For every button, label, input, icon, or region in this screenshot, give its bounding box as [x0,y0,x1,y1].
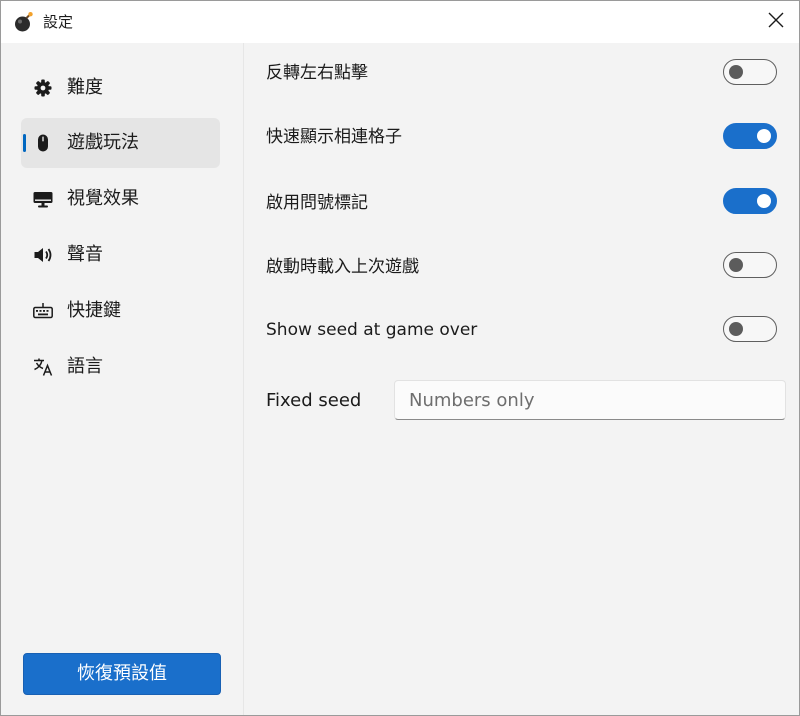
title-bar: 設定 [1,1,799,43]
sidebar-item-difficulty[interactable]: 難度 [21,63,220,113]
show-seed-toggle[interactable] [723,316,777,342]
setting-label-show-seed: Show seed at game over [266,320,478,340]
settings-content: 反轉左右點擊 快速顯示相連格子 啟用問號標記 啟動時載入上次遊戲 Show se… [244,43,799,715]
mouse-icon [33,133,53,153]
fixed-seed-label: Fixed seed [266,390,362,411]
settings-sidebar: 難度 遊戲玩法 視覺效果 聲音 快捷鍵 語言 恢復預設值 [1,43,244,715]
quick-reveal-toggle[interactable] [723,123,777,149]
toggle-knob [757,128,771,143]
swap-click-toggle[interactable] [723,59,777,85]
fixed-seed-input[interactable] [394,380,786,420]
load-last-game-toggle[interactable] [723,252,777,278]
question-marks-toggle[interactable] [723,188,777,214]
settings-window: 設定 難度 遊戲玩法 視覺效果 聲音 快捷鍵 語言 恢復預設值 反轉左右點擊 快… [0,0,800,716]
toggle-knob [729,257,743,272]
sidebar-item-label: 聲音 [67,244,103,265]
sidebar-item-label: 視覺效果 [67,188,139,209]
speaker-icon [33,245,53,265]
restore-defaults-button[interactable]: 恢復預設值 [23,653,221,695]
toggle-knob [729,321,743,336]
toggle-knob [729,64,743,79]
setting-label-quick-reveal: 快速顯示相連格子 [266,127,402,147]
sidebar-item-sound[interactable]: 聲音 [21,230,220,280]
setting-label-swap-click: 反轉左右點擊 [266,63,368,83]
sidebar-item-visual[interactable]: 視覺效果 [21,174,220,224]
selection-indicator [23,134,26,152]
sidebar-item-shortcuts[interactable]: 快捷鍵 [21,286,220,336]
translate-icon [33,357,53,377]
keyboard-icon [33,301,53,321]
sidebar-item-label: 難度 [67,77,103,98]
close-icon [768,12,784,32]
bomb-icon [13,11,35,33]
close-button[interactable] [753,1,799,43]
setting-label-load-last-game: 啟動時載入上次遊戲 [266,257,419,277]
sidebar-item-language[interactable]: 語言 [21,342,220,392]
sidebar-item-label: 遊戲玩法 [67,132,139,153]
sidebar-item-gameplay[interactable]: 遊戲玩法 [21,118,220,168]
sidebar-item-label: 語言 [67,356,103,377]
setting-label-question-marks: 啟用問號標記 [266,193,368,213]
display-icon [33,189,53,209]
window-title: 設定 [43,13,74,31]
toggle-knob [757,193,771,208]
sidebar-item-label: 快捷鍵 [67,300,121,321]
gear-icon [33,78,53,98]
